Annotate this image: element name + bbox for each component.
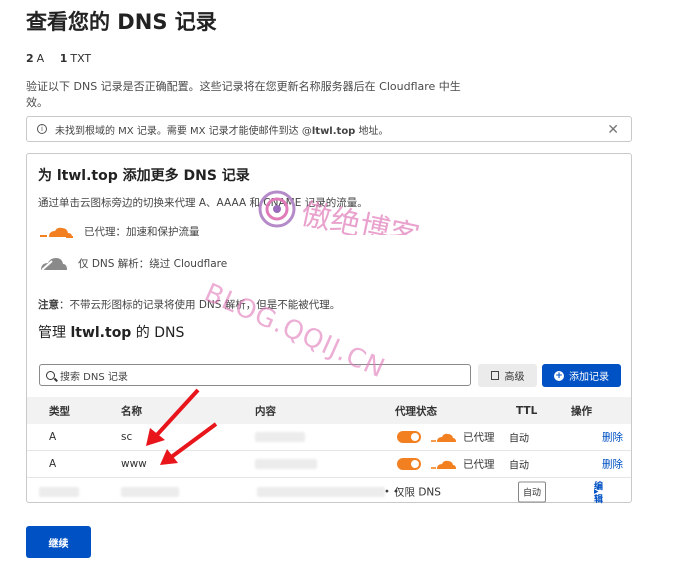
table-row: • • 仅限 DNS 自动 编辑 ▸ — [27, 478, 631, 505]
redacted-name — [121, 486, 179, 497]
proxy-toggle[interactable] — [397, 458, 421, 470]
redacted-content — [255, 432, 305, 442]
close-icon[interactable]: ✕ — [607, 122, 619, 138]
proxy-toggle[interactable] — [397, 431, 421, 443]
orange-cloud-icon — [431, 460, 456, 469]
edit-button[interactable]: 编辑 ▸ — [594, 482, 603, 505]
add-record-button[interactable]: + 添加记录 — [542, 364, 621, 387]
table-header: 类型 名称 内容 代理状态 TTL 操作 — [27, 397, 631, 424]
manage-heading: 管理 ltwl.top 的 DNS — [38, 325, 185, 341]
orange-cloud-icon — [431, 433, 456, 442]
table-row: A www 已代理 自动 删除 — [27, 451, 631, 478]
page-title: 查看您的 DNS 记录 — [26, 10, 217, 34]
alert-text: 未找到根域的 MX 记录。需要 MX 记录才能使邮件到达 @ltwl.top 地… — [55, 125, 389, 137]
orange-cloud-icon — [40, 227, 73, 238]
mx-alert: i 未找到根域的 MX 记录。需要 MX 记录才能使邮件到达 @ltwl.top… — [26, 116, 632, 142]
search-icon — [46, 370, 55, 380]
card-heading: 为 ltwl.top 添加更多 DNS 记录 — [38, 168, 250, 184]
verify-text: 验证以下 DNS 记录是否正确配置。这些记录将在您更新名称服务器后在 Cloud… — [26, 80, 461, 109]
ttl-select[interactable]: 自动 — [518, 481, 547, 502]
redacted-content — [257, 486, 385, 497]
advanced-button[interactable]: 高级 — [478, 364, 537, 387]
delete-button[interactable]: 删除 — [602, 430, 623, 445]
card-description: 通过单击云图标旁边的切换来代理 A、AAAA 和 CNAME 记录的流量。 — [38, 197, 368, 209]
search-input[interactable]: 搜索 DNS 记录 — [39, 364, 471, 386]
redacted-content — [255, 459, 317, 469]
grey-cloud-icon — [41, 258, 67, 271]
continue-button[interactable]: 继续 — [26, 526, 91, 558]
dns-only-legend: 仅 DNS 解析：绕过 Cloudflare — [40, 255, 227, 271]
info-icon: i — [37, 124, 47, 134]
dns-card: 为 ltwl.top 添加更多 DNS 记录 通过单击云图标旁边的切换来代理 A… — [26, 153, 632, 505]
record-counts: 2A 1 TXT — [26, 52, 92, 65]
redacted-type — [39, 486, 79, 497]
proxied-legend: 已代理：加速和保护流量 — [40, 224, 200, 239]
note-text: 注意：不带云形图标的记录将使用 DNS 解析，但是不能被代理。 — [38, 299, 341, 311]
table-row: A sc 已代理 自动 删除 — [27, 424, 631, 451]
document-icon — [490, 371, 499, 380]
delete-button[interactable]: 删除 — [602, 457, 623, 472]
plus-icon: + — [554, 370, 564, 381]
